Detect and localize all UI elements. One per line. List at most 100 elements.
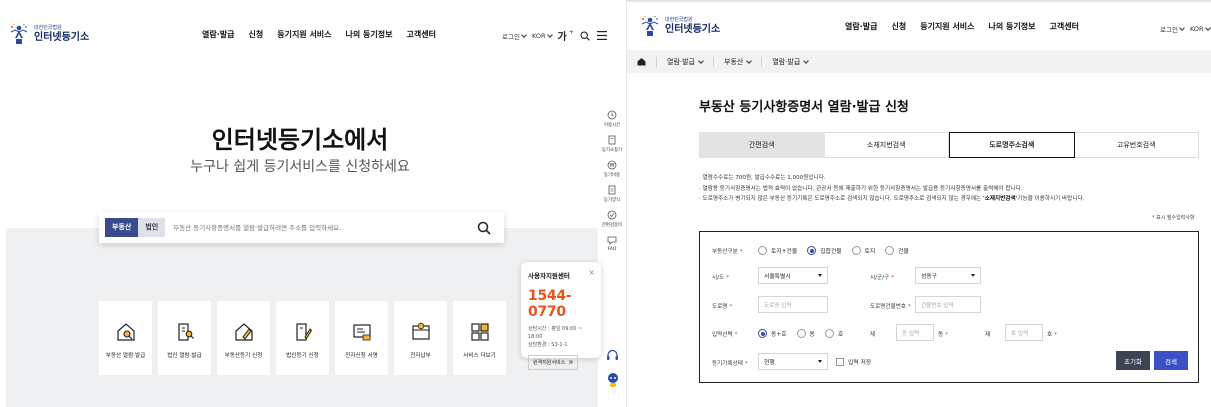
quick-find-office[interactable]: 등기소찾기 (602, 135, 622, 153)
road-name-input[interactable]: 도로명 입력 (758, 296, 828, 313)
breadcrumb-level-1[interactable]: 열람·발급 (667, 57, 704, 67)
login-label: 로그인 (502, 32, 520, 41)
nav-support-service[interactable]: 등기지원 서비스 (920, 21, 974, 32)
breadcrumb-level-3[interactable]: 열람·발급 (772, 57, 810, 67)
service-shortcuts: 부동산 열람·발급 법인 열람·발급 부동산등기 신청 법인등기 신청 전자신청… (99, 301, 506, 375)
radio-indicator (851, 246, 861, 255)
breadcrumb-label: 부동산 (724, 57, 744, 66)
field-label-status: 등기기록상태 * (712, 361, 748, 367)
note-legal: · 열람용 등기사항증명서는 법적 효력이 없습니다. 관공서 등에 제출하기 … (699, 185, 1023, 192)
building-number-input[interactable]: 건물번호 입력 (915, 296, 981, 313)
service-label: 전자신청 서명 (345, 353, 378, 359)
sign-document-icon (352, 324, 371, 341)
sigungu-select[interactable]: 성동구 (915, 267, 981, 284)
quick-verify[interactable]: 간편검증이 (602, 210, 622, 228)
select-value: 현행 (764, 360, 775, 366)
search-type-realestate[interactable]: 부동산 (105, 218, 139, 237)
quick-fees[interactable]: ₩ 등기비용 (604, 160, 620, 178)
home-icon[interactable] (637, 57, 646, 66)
guide-notes: · 열람수수료는 700원, 발급수수료는 1,000원입니다. · 열람용 등… (699, 173, 1199, 205)
service-label: 법인등기 신청 (286, 353, 319, 359)
nav-customer-center[interactable]: 고객센터 (406, 29, 435, 40)
remote-support-button[interactable]: 원격지원서비스 (528, 355, 579, 370)
support-center-popup: 사용자지원센터 × 1544-0770 상담시간 : 평일 09:00 ~ 18… (521, 262, 601, 370)
nav-apply[interactable]: 신청 (891, 21, 906, 32)
service-e-sign[interactable]: 전자신청 서명 (335, 301, 388, 375)
record-status-select[interactable]: 현행 (758, 353, 828, 370)
chatbot-icon[interactable] (606, 372, 620, 388)
ho-suffix: 호 * (1047, 332, 1057, 338)
service-realestate-apply[interactable]: 부동산등기 신청 (217, 301, 270, 375)
logo-subtitle: 대한민국법원 (665, 16, 693, 23)
quick-operating-hours[interactable]: 이용시간 (604, 110, 620, 128)
search-submit-button[interactable] (474, 218, 494, 238)
quick-label: 등기소찾기 (601, 148, 623, 153)
quick-faq[interactable]: FAQ (607, 235, 617, 252)
radio-ho[interactable]: 호 (824, 329, 843, 338)
quick-label: 등기비용 (603, 173, 621, 178)
service-corporation-view[interactable]: 법인 열람·발급 (158, 301, 211, 375)
form-icon (608, 185, 616, 195)
search-button[interactable]: 검색 (1154, 351, 1188, 370)
reset-button[interactable]: 초기화 (1116, 351, 1150, 370)
language-label: KOR (1189, 25, 1204, 33)
service-label: 부동산 열람·발급 (105, 353, 146, 359)
nav-apply[interactable]: 신청 (248, 29, 263, 40)
tab-simple-search[interactable]: 간편검색 (699, 132, 825, 158)
radio-land[interactable]: 토지 (851, 246, 876, 255)
nav-view-issue[interactable]: 열람·발급 (202, 29, 234, 40)
hero-subtitle: 누구나 쉽게 등기서비스를 신청하세요 (190, 159, 410, 175)
field-label-road: 도로명 * (712, 304, 733, 310)
required-field-note: * 표시 필수입력사항 (1152, 215, 1195, 221)
main-nav: 열람·발급 신청 등기지원 서비스 나의 등기정보 고객센터 (202, 29, 436, 40)
quick-forms[interactable]: 등기양식 (604, 185, 620, 203)
breadcrumb-level-2[interactable]: 부동산 (724, 57, 753, 67)
language-menu[interactable]: KOR (1189, 25, 1211, 33)
sido-select[interactable]: 서울특별시 (758, 267, 828, 284)
search-icon[interactable] (580, 30, 591, 41)
hamburger-menu-icon[interactable] (597, 30, 608, 41)
search-method-tabs: 간편검색 소재지번검색 도로명주소검색 고유번호검색 (699, 132, 1199, 158)
service-more[interactable]: 서비스 더보기 (453, 301, 506, 375)
radio-collective-building[interactable]: 집합건물 (807, 246, 842, 255)
tab-unique-number-search[interactable]: 고유번호검색 (1074, 132, 1199, 158)
close-icon[interactable]: × (588, 268, 595, 277)
service-e-payment[interactable]: 전자납부 (394, 301, 447, 375)
save-input-checkbox[interactable]: 입력 저장 (836, 357, 871, 366)
chevron-down-icon (546, 31, 553, 38)
nav-view-issue[interactable]: 열람·발급 (845, 21, 877, 32)
language-menu[interactable]: KOR (532, 31, 553, 40)
login-menu[interactable]: 로그인 (502, 31, 527, 41)
dropdown-arrow-icon (971, 274, 975, 277)
nav-my-info[interactable]: 나의 등기정보 (989, 21, 1036, 32)
support-title: 사용자지원센터 (528, 272, 570, 280)
quick-label: 이용시간 (603, 123, 621, 128)
search-icon (477, 221, 491, 235)
tab-road-address-search[interactable]: 도로명주소검색 (949, 132, 1075, 158)
nav-customer-center[interactable]: 고객센터 (1049, 21, 1078, 32)
login-menu[interactable]: 로그인 (1160, 24, 1185, 34)
dong-input[interactable]: 동 입력 (896, 324, 934, 341)
site-logo[interactable]: 대한민국법원 인터넷등기소 (8, 22, 89, 46)
logo-title: 인터넷등기소 (665, 23, 721, 35)
radio-dong[interactable]: 동 (796, 329, 815, 338)
chevron-down-icon (521, 31, 527, 38)
service-corporation-apply[interactable]: 법인등기 신청 (276, 301, 329, 375)
search-type-corporation[interactable]: 법인 (138, 218, 166, 237)
ho-input[interactable]: 호 입력 (1005, 324, 1043, 341)
radio-indicator (824, 329, 834, 338)
radio-dong-ho[interactable]: 동+호 (758, 329, 787, 338)
tab-lot-search[interactable]: 소재지번검색 (824, 132, 949, 158)
nav-my-info[interactable]: 나의 등기정보 (346, 29, 393, 40)
faq-icon (607, 236, 617, 245)
service-realestate-view[interactable]: 부동산 열람·발급 (99, 301, 152, 375)
site-logo[interactable]: 대한민국법원 인터넷등기소 (639, 14, 720, 38)
radio-land-building[interactable]: 토지+건물 (758, 246, 797, 255)
radio-label: 건물 (898, 249, 909, 255)
address-search-input[interactable] (173, 223, 474, 232)
headset-icon[interactable] (606, 349, 619, 362)
radio-label: 토지 (864, 249, 876, 255)
radio-building[interactable]: 건물 (885, 246, 909, 255)
nav-support-service[interactable]: 등기지원 서비스 (277, 29, 331, 40)
font-size-button[interactable]: 가 + (558, 28, 574, 43)
